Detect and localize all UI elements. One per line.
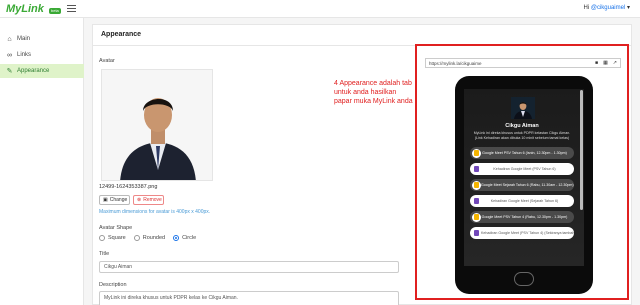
link-button[interactable]: Kehadiran Google Meet (PSV Tahun 4) (Sek… bbox=[470, 227, 574, 239]
user-greeting[interactable]: Hi @cikguaimel ▾ bbox=[584, 4, 630, 11]
link-text: Google Meet Sejarah Tahun 6 (Rabu, 11.30… bbox=[481, 183, 574, 187]
link-text: Kehadiran Google Meet (Sejarah Tahun 6) bbox=[490, 199, 559, 203]
remove-label: Remove bbox=[143, 197, 162, 203]
google-forms-icon bbox=[472, 164, 481, 174]
preview-url-bar[interactable]: https://mylink.la/cikguaime ■ ▦ ↗ bbox=[425, 58, 621, 68]
avatar-shape-options: Square Rounded Circle bbox=[99, 235, 196, 241]
phone-screen: Cikgu Aiman MyLink ini direka khusus unt… bbox=[464, 89, 584, 266]
phone-mockup: Cikgu Aiman MyLink ini direka khusus unt… bbox=[455, 76, 593, 294]
user-dropdown-icon[interactable]: ▾ bbox=[627, 5, 630, 11]
url-actions: ■ ▦ ↗ bbox=[595, 60, 617, 66]
link-text: Kehadiran Google Meet (PSV Tahun 6) bbox=[493, 167, 556, 171]
google-forms-icon bbox=[472, 196, 481, 206]
paint-brush-icon: ✎ bbox=[6, 67, 13, 75]
sidebar-item-appearance[interactable]: ✎ Appearance bbox=[0, 64, 84, 78]
shape-option-circle[interactable]: Circle bbox=[173, 235, 196, 241]
sidebar-item-label: Links bbox=[17, 52, 32, 58]
radio-button-selected[interactable] bbox=[173, 235, 180, 241]
beta-badge: beta bbox=[49, 8, 61, 14]
sidebar: ⌂ Main ∞ Links ✎ Appearance bbox=[0, 18, 84, 305]
title-input[interactable]: Cikgu Aiman bbox=[99, 261, 399, 273]
change-label: Change bbox=[109, 197, 128, 203]
remove-icon: ⊗ bbox=[137, 197, 142, 203]
avatar-portrait bbox=[102, 70, 212, 180]
external-link-icon[interactable]: ↗ bbox=[613, 60, 617, 66]
description-textarea[interactable]: MyLink ini direka khusus untuk PDPR kela… bbox=[99, 291, 399, 305]
preview-scrollbar[interactable] bbox=[580, 90, 583, 210]
avatar-image bbox=[101, 69, 213, 181]
profile-name: Cikgu Aiman bbox=[505, 123, 539, 129]
home-icon: ⌂ bbox=[7, 35, 12, 43]
image-icon: ▣ bbox=[103, 197, 108, 203]
preview-url[interactable]: https://mylink.la/cikguaime bbox=[429, 61, 482, 66]
google-meet-icon bbox=[472, 212, 481, 222]
shape-label: Square bbox=[108, 235, 126, 241]
radio-button[interactable] bbox=[99, 235, 105, 241]
google-forms-icon bbox=[472, 228, 481, 238]
hamburger-menu-icon[interactable] bbox=[67, 5, 76, 12]
link-text: Kehadiran Google Meet (PSV Tahun 4) (Sek… bbox=[481, 231, 574, 235]
appearance-panel: Appearance Avatar 12499-1624353387.png ▣… bbox=[92, 24, 632, 305]
link-button[interactable]: Kehadiran Google Meet (Sejarah Tahun 6) bbox=[470, 195, 574, 207]
change-avatar-button[interactable]: ▣ Change bbox=[99, 195, 130, 205]
link-button[interactable]: Google Meet PSV Tahun 6 (Isnin, 12.30pm … bbox=[470, 147, 574, 159]
sidebar-item-label: Main bbox=[17, 36, 31, 42]
sidebar-item-label: Appearance bbox=[17, 68, 50, 74]
description-label: Description bbox=[99, 282, 127, 288]
sidebar-item-links[interactable]: ∞ Links bbox=[0, 48, 84, 62]
avatar-size-hint: Maximum dimensions for avatar is 400px x… bbox=[99, 209, 211, 215]
link-icon: ∞ bbox=[7, 51, 12, 59]
shape-label: Rounded bbox=[142, 235, 166, 241]
shape-label: Circle bbox=[182, 235, 197, 241]
annotation-note: 4 Appearance adalah tab untuk anda hasil… bbox=[334, 80, 413, 105]
avatar-shape-label: Avatar Shape bbox=[99, 225, 133, 231]
username[interactable]: @cikguaimel bbox=[591, 5, 625, 11]
google-meet-icon bbox=[472, 148, 481, 158]
link-button[interactable]: Kehadiran Google Meet (PSV Tahun 6) bbox=[470, 163, 574, 175]
sidebar-item-main[interactable]: ⌂ Main bbox=[0, 32, 84, 46]
google-meet-icon bbox=[472, 180, 481, 190]
phone-home-button bbox=[514, 272, 534, 286]
remove-avatar-button[interactable]: ⊗ Remove bbox=[133, 195, 164, 205]
avatar-label: Avatar bbox=[99, 58, 115, 64]
profile-description: MyLink ini direka khusus untuk PDPR kela… bbox=[473, 131, 571, 140]
shape-option-square[interactable]: Square bbox=[99, 235, 126, 241]
app-logo[interactable]: MyLink bbox=[6, 3, 44, 15]
profile-avatar-portrait bbox=[511, 97, 535, 119]
copy-icon[interactable]: ■ bbox=[595, 60, 598, 66]
radio-button[interactable] bbox=[133, 235, 140, 241]
title-label: Title bbox=[99, 251, 110, 257]
link-text: Google Meet PSV Tahun 6 (Isnin, 12.30pm … bbox=[482, 151, 567, 155]
avatar-filename: 12499-1624353387.png bbox=[99, 184, 158, 190]
shape-option-rounded[interactable]: Rounded bbox=[133, 235, 166, 241]
link-text: Google Meet PSV Tahun 4 (Rabu, 12.30pm -… bbox=[481, 215, 568, 219]
top-bar: MyLink beta Hi @cikguaimel ▾ bbox=[0, 0, 640, 18]
page-title: Appearance bbox=[101, 31, 142, 38]
live-preview-highlight: https://mylink.la/cikguaime ■ ▦ ↗ Cikgu … bbox=[415, 44, 629, 300]
qr-code-icon[interactable]: ▦ bbox=[603, 60, 608, 66]
link-button[interactable]: Google Meet Sejarah Tahun 6 (Rabu, 11.30… bbox=[470, 179, 574, 191]
greeting-prefix: Hi bbox=[583, 5, 591, 11]
profile-avatar bbox=[511, 97, 535, 119]
link-button[interactable]: Google Meet PSV Tahun 4 (Rabu, 12.30pm -… bbox=[470, 211, 574, 223]
